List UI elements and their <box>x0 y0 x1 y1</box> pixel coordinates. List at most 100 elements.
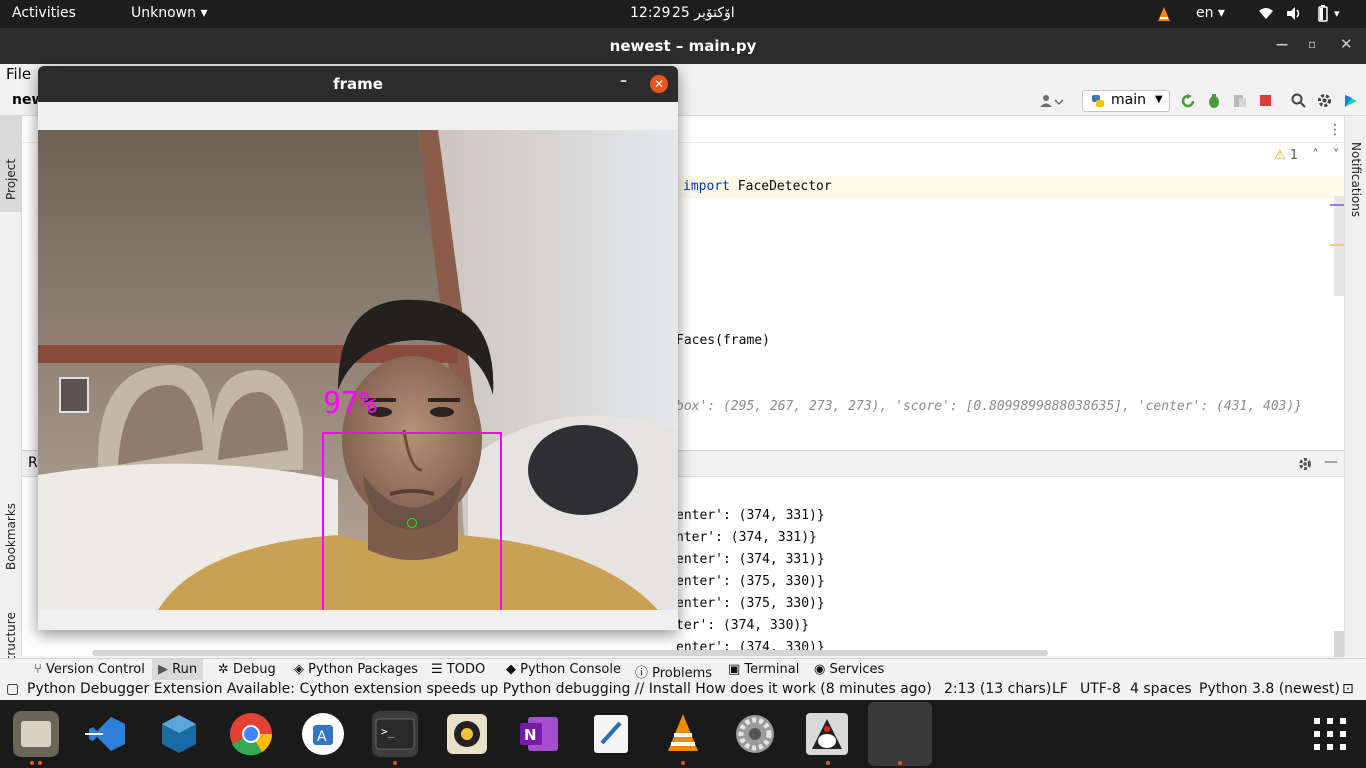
running-indicator <box>393 761 397 765</box>
files-icon[interactable] <box>13 711 59 757</box>
output-line: enter': (374, 331)} <box>676 552 825 567</box>
volume-icon[interactable] <box>1286 6 1302 21</box>
settings-icon[interactable] <box>1298 457 1312 471</box>
virtualbox-icon[interactable] <box>156 711 202 757</box>
indent-setting[interactable]: 4 spaces <box>1130 681 1192 697</box>
search-icon[interactable] <box>1291 93 1306 108</box>
chevron-down-icon[interactable]: ˅ <box>1333 148 1340 163</box>
code-line-comment: box': (295, 267, 273, 273), 'score': [0.… <box>676 399 1303 414</box>
tab-problems[interactable]: ⓘ Problems <box>635 662 712 681</box>
tab-python-console[interactable]: ◆ Python Console <box>506 662 621 677</box>
maximize-icon[interactable]: ▫ <box>1308 37 1316 51</box>
jetbrains-logo-icon[interactable] <box>1343 93 1359 109</box>
onenote-icon[interactable]: N <box>516 711 562 757</box>
problems-count: 1 <box>1289 148 1299 163</box>
run-configuration-selector[interactable]: main ▼ <box>1082 90 1170 112</box>
lock-icon[interactable]: ⊡ <box>1342 681 1354 697</box>
settings-icon[interactable] <box>1317 93 1332 108</box>
tab-python-packages[interactable]: ◈ Python Packages <box>294 662 418 677</box>
output-line: enter': (374, 331)} <box>676 508 825 523</box>
scroll-marker <box>1330 244 1344 246</box>
file-encoding[interactable]: UTF-8 <box>1080 681 1121 697</box>
rerun-icon[interactable] <box>1181 94 1195 108</box>
right-tool-strip: Notifications <box>1344 116 1366 656</box>
more-options-icon[interactable]: ⋮ <box>1328 122 1342 138</box>
bookmarks-tool-tab[interactable]: Bookmarks <box>4 490 18 570</box>
vscode-icon[interactable] <box>85 711 131 757</box>
output-line: nter': (374, 331)} <box>676 530 817 545</box>
frame-title-bar: frame – ✕ <box>38 66 678 102</box>
vlc-tray-icon[interactable] <box>1156 6 1172 22</box>
tab-terminal[interactable]: ▣ Terminal <box>728 662 799 677</box>
hide-panel-icon[interactable]: — <box>1324 454 1338 470</box>
settings-icon[interactable] <box>732 711 778 757</box>
services-icon: ◉ <box>814 662 830 677</box>
bug-icon: ✲ <box>218 662 234 677</box>
project-tool-tab[interactable]: Project <box>4 124 18 200</box>
running-indicator <box>38 761 42 765</box>
tab-debug[interactable]: ✲ Debug <box>218 662 276 677</box>
debug-icon[interactable] <box>1207 93 1221 108</box>
system-menu-arrow[interactable]: ▾ <box>1334 7 1340 20</box>
menu-file[interactable]: File <box>6 65 31 83</box>
show-apps-icon[interactable] <box>1314 718 1346 750</box>
structure-tool-tab[interactable]: Structure <box>4 592 18 668</box>
app-store-icon[interactable]: A <box>300 711 346 757</box>
chrome-icon[interactable] <box>228 711 274 757</box>
branch-icon: ⑂ <box>34 662 46 677</box>
text-editor-icon[interactable] <box>588 711 634 757</box>
info-icon: ⓘ <box>635 666 653 681</box>
left-tool-strip: Project Bookmarks Structure <box>0 116 22 668</box>
opencv-frame-window: frame – ✕ 97% <box>38 66 678 630</box>
language-selector[interactable]: en ▾ <box>1196 5 1225 21</box>
coverage-icon[interactable] <box>1233 94 1247 108</box>
minimize-icon[interactable]: – <box>620 73 627 89</box>
tab-version-control[interactable]: ⑂ Version Control <box>34 662 145 677</box>
tool-window-bar: ⑂ Version Control ▶ Run ✲ Debug ◈ Python… <box>0 658 1366 681</box>
status-message-icon[interactable]: ▢ <box>6 681 19 697</box>
window-title: newest – main.py <box>609 37 757 55</box>
terminal-icon: ▣ <box>728 662 745 677</box>
horizontal-scrollbar[interactable] <box>92 650 1048 656</box>
app-menu[interactable]: Unknown ▾ <box>131 5 207 21</box>
close-icon[interactable]: ✕ <box>650 75 668 93</box>
tab-services[interactable]: ◉ Services <box>814 662 884 677</box>
vlc-icon[interactable] <box>660 711 706 757</box>
run-config-label: main <box>1111 92 1146 108</box>
output-line: enter': (375, 330)} <box>676 596 825 611</box>
blank-app-icon[interactable] <box>868 702 932 766</box>
tab-run[interactable]: ▶ Run <box>152 659 204 680</box>
minimize-icon[interactable]: — <box>1276 37 1288 51</box>
clock-time[interactable]: 12:29 <box>630 5 670 21</box>
status-message[interactable]: Python Debugger Extension Available: Cyt… <box>27 681 932 697</box>
ide-title-bar: newest – main.py — ▫ ✕ <box>0 28 1366 64</box>
clock-date[interactable]: 25 اۆكتۆبر <box>672 5 735 21</box>
tab-todo[interactable]: ☰ TODO <box>431 662 485 677</box>
output-line: ter': (374, 330)} <box>676 618 810 633</box>
running-indicator <box>681 761 685 765</box>
python-interpreter[interactable]: Python 3.8 (newest) <box>1199 681 1340 697</box>
caret-position[interactable]: 2:13 (13 chars) <box>944 681 1051 697</box>
list-icon: ☰ <box>431 662 447 677</box>
line-separator[interactable]: LF <box>1052 681 1068 697</box>
battery-icon[interactable] <box>1316 5 1330 22</box>
notifications-tool-tab[interactable]: Notifications <box>1349 142 1363 217</box>
scroll-marker <box>1330 204 1344 206</box>
svg-text:>_: >_ <box>381 725 395 738</box>
running-indicator <box>30 761 34 765</box>
wifi-icon[interactable] <box>1258 7 1274 20</box>
close-icon[interactable]: ✕ <box>1340 35 1353 53</box>
inspection-widget[interactable]: ⚠ 1 ˄ ˅ <box>1274 148 1339 163</box>
ubuntu-dock: A >_ N <box>0 700 1366 768</box>
user-account-icon[interactable] <box>1040 94 1064 108</box>
run-panel-title: R <box>28 455 38 471</box>
rhythmbox-icon[interactable] <box>444 711 490 757</box>
activities-button[interactable]: Activities <box>12 5 76 21</box>
vertical-scrollbar[interactable] <box>1334 631 1344 657</box>
editor-scrollbar[interactable] <box>1334 196 1344 296</box>
chevron-up-icon[interactable]: ˄ <box>1312 148 1319 163</box>
running-indicator <box>826 761 830 765</box>
stop-icon[interactable] <box>1259 94 1272 107</box>
java-icon[interactable] <box>804 711 850 757</box>
terminal-icon[interactable]: >_ <box>372 711 418 757</box>
